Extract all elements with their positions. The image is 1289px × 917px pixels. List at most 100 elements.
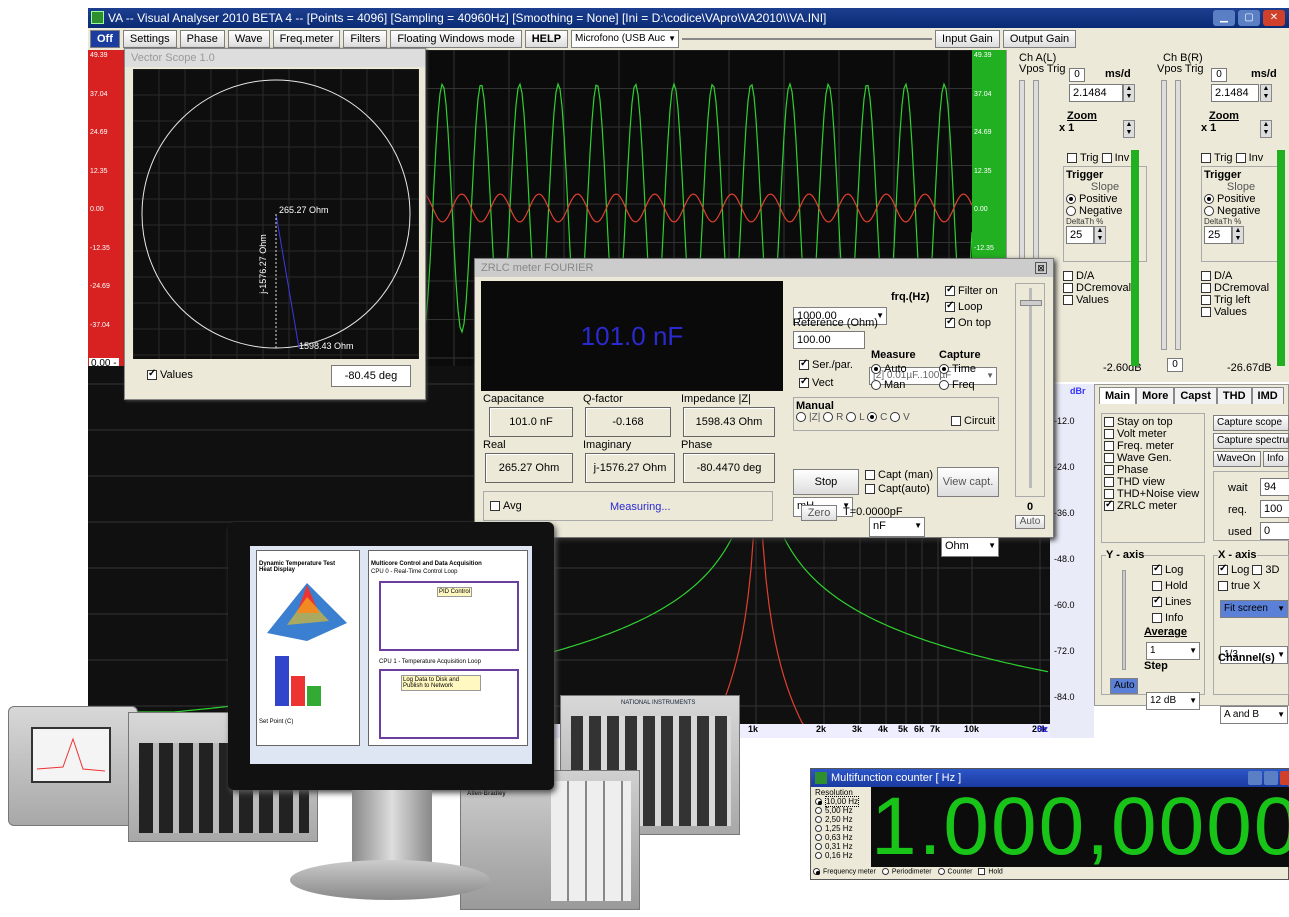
- channel-b-zero[interactable]: 0: [1211, 68, 1227, 82]
- mode-counter-radio[interactable]: [937, 868, 945, 875]
- step-select[interactable]: 12 dB: [1146, 692, 1200, 710]
- unit-ohm-select[interactable]: Ohm: [941, 537, 999, 557]
- zrlc-meter-window[interactable]: ZRLC meter FOURIER ⊠ 101.0 nF Capacitanc…: [474, 258, 1054, 557]
- channel-a-positive-radio[interactable]: [1066, 194, 1076, 205]
- channel-a-da-checkbox[interactable]: [1063, 271, 1073, 282]
- average-select[interactable]: 1: [1146, 642, 1200, 660]
- resolution-radio[interactable]: [815, 825, 822, 833]
- zero-button[interactable]: Zero: [801, 505, 837, 521]
- channel-a-delta-spinner[interactable]: ▲ ▼: [1094, 226, 1106, 245]
- channel-b-positive-radio[interactable]: [1204, 194, 1214, 205]
- avg-checkbox[interactable]: [490, 501, 500, 512]
- channel-a-values-checkbox[interactable]: [1063, 295, 1073, 306]
- channel-b-delta-input[interactable]: 25: [1204, 226, 1232, 244]
- channel-b-trigleft-checkbox[interactable]: [1201, 295, 1211, 306]
- option-checkbox[interactable]: [1104, 489, 1114, 500]
- close-icon[interactable]: ✕: [1263, 10, 1285, 26]
- gain-slider[interactable]: [682, 30, 933, 48]
- tab-capst[interactable]: Capst: [1174, 387, 1217, 404]
- channel-b-trig-checkbox[interactable]: [1201, 153, 1211, 164]
- measure-auto-radio[interactable]: [871, 364, 881, 375]
- mode-frequency-radio[interactable]: [813, 868, 820, 875]
- tab-thd[interactable]: THD: [1216, 387, 1252, 404]
- channel-a-trig-checkbox[interactable]: [1067, 153, 1077, 164]
- capture-scope-button[interactable]: Capture scope: [1213, 415, 1289, 431]
- channels-select[interactable]: A and B: [1220, 706, 1288, 724]
- maximize-icon[interactable]: ▢: [1238, 10, 1260, 26]
- resolution-radio[interactable]: [815, 843, 822, 851]
- resolution-radio[interactable]: [815, 798, 822, 806]
- option-checkbox[interactable]: [1104, 499, 1114, 512]
- on-top-checkbox[interactable]: [945, 316, 955, 329]
- option-checkbox[interactable]: [1104, 417, 1114, 428]
- option-checkbox[interactable]: [1104, 477, 1114, 488]
- reference-input[interactable]: 100.00: [793, 331, 865, 349]
- channel-a-negative-radio[interactable]: [1066, 206, 1076, 217]
- stop-button[interactable]: Stop: [793, 469, 859, 495]
- circuit-checkbox[interactable]: [951, 416, 961, 427]
- option-checkbox[interactable]: [1104, 441, 1114, 452]
- y-info-checkbox[interactable]: [1152, 613, 1162, 624]
- input-gain-button[interactable]: Input Gain: [935, 30, 1000, 48]
- zrlc-slider[interactable]: [1015, 283, 1045, 497]
- minimize-icon[interactable]: ▁: [1213, 10, 1235, 26]
- filter-on-checkbox[interactable]: [945, 284, 955, 297]
- x-3d-checkbox[interactable]: [1252, 565, 1263, 576]
- x-log-checkbox[interactable]: [1218, 563, 1228, 576]
- resolution-radio[interactable]: [815, 852, 822, 860]
- capt-auto-checkbox[interactable]: [865, 484, 875, 495]
- option-checkbox[interactable]: [1104, 453, 1114, 464]
- tab-imd[interactable]: IMD: [1251, 387, 1284, 404]
- channel-b-zero-box[interactable]: 0: [1167, 358, 1183, 372]
- true-x-checkbox[interactable]: [1218, 581, 1228, 592]
- manual-c-radio[interactable]: [867, 412, 878, 423]
- vect-checkbox[interactable]: [799, 376, 809, 389]
- channel-b-vpos-slider[interactable]: [1161, 80, 1167, 350]
- wave-button[interactable]: Wave: [227, 30, 270, 48]
- y-log-checkbox[interactable]: [1152, 563, 1162, 576]
- y-lines-checkbox[interactable]: [1152, 595, 1162, 608]
- hold-checkbox[interactable]: [978, 868, 986, 875]
- unit-nf-select[interactable]: nF: [869, 517, 925, 537]
- channel-b-msd-input[interactable]: 2.1484: [1211, 84, 1259, 102]
- channel-b-trig-slider[interactable]: [1175, 80, 1181, 350]
- manual-l-radio[interactable]: [846, 412, 857, 423]
- phase-button[interactable]: Phase: [179, 30, 225, 48]
- channel-b-zoom-spinner[interactable]: ▲ ▼: [1260, 120, 1272, 138]
- channel-b-inv-checkbox[interactable]: [1235, 153, 1246, 164]
- channel-b-negative-radio[interactable]: [1204, 206, 1214, 217]
- measure-man-radio[interactable]: [871, 380, 881, 391]
- y-axis-slider[interactable]: [1122, 570, 1126, 670]
- off-button[interactable]: Off: [90, 30, 120, 48]
- channel-a-inv-checkbox[interactable]: [1101, 153, 1112, 164]
- ser-par-checkbox[interactable]: [799, 358, 809, 371]
- capture-time-radio[interactable]: [939, 364, 949, 375]
- settings-button[interactable]: Settings: [122, 30, 177, 48]
- channel-a-delta-input[interactable]: 25: [1066, 226, 1094, 244]
- channel-b-msd-spinner[interactable]: ▲ ▼: [1260, 84, 1272, 102]
- input-device-select[interactable]: Microfono (USB Auc: [571, 30, 680, 48]
- y-hold-checkbox[interactable]: [1152, 581, 1162, 592]
- tab-main[interactable]: Main: [1099, 387, 1137, 404]
- resolution-radio[interactable]: [815, 834, 822, 842]
- channel-a-zoom-spinner[interactable]: ▲ ▼: [1123, 120, 1135, 138]
- vector-values-checkbox[interactable]: [147, 368, 157, 381]
- channel-b-da-checkbox[interactable]: [1201, 271, 1211, 282]
- help-button[interactable]: HELP: [524, 30, 569, 48]
- option-checkbox[interactable]: [1104, 465, 1114, 476]
- option-checkbox[interactable]: [1104, 429, 1114, 440]
- manual-r-radio[interactable]: [823, 412, 834, 423]
- wave-on-button[interactable]: WaveOn: [1213, 451, 1261, 467]
- capt-man-checkbox[interactable]: [865, 470, 875, 481]
- floating-windows-button[interactable]: Floating Windows mode: [390, 30, 522, 48]
- freqmeter-button[interactable]: Freq.meter: [272, 30, 341, 48]
- zrlc-close-icon[interactable]: ⊠: [1035, 262, 1047, 274]
- output-gain-button[interactable]: Output Gain: [1002, 30, 1077, 48]
- capture-spectrum-button[interactable]: Capture spectrum: [1213, 433, 1289, 449]
- capture-freq-radio[interactable]: [939, 380, 949, 391]
- y-auto-button[interactable]: Auto: [1110, 678, 1138, 694]
- frequency-counter-window[interactable]: Multifunction counter [ Hz ] Resolution …: [810, 768, 1289, 880]
- zrlc-auto-button[interactable]: Auto: [1015, 515, 1045, 529]
- channel-b-delta-spinner[interactable]: ▲ ▼: [1232, 226, 1244, 245]
- resolution-radio[interactable]: [815, 807, 822, 815]
